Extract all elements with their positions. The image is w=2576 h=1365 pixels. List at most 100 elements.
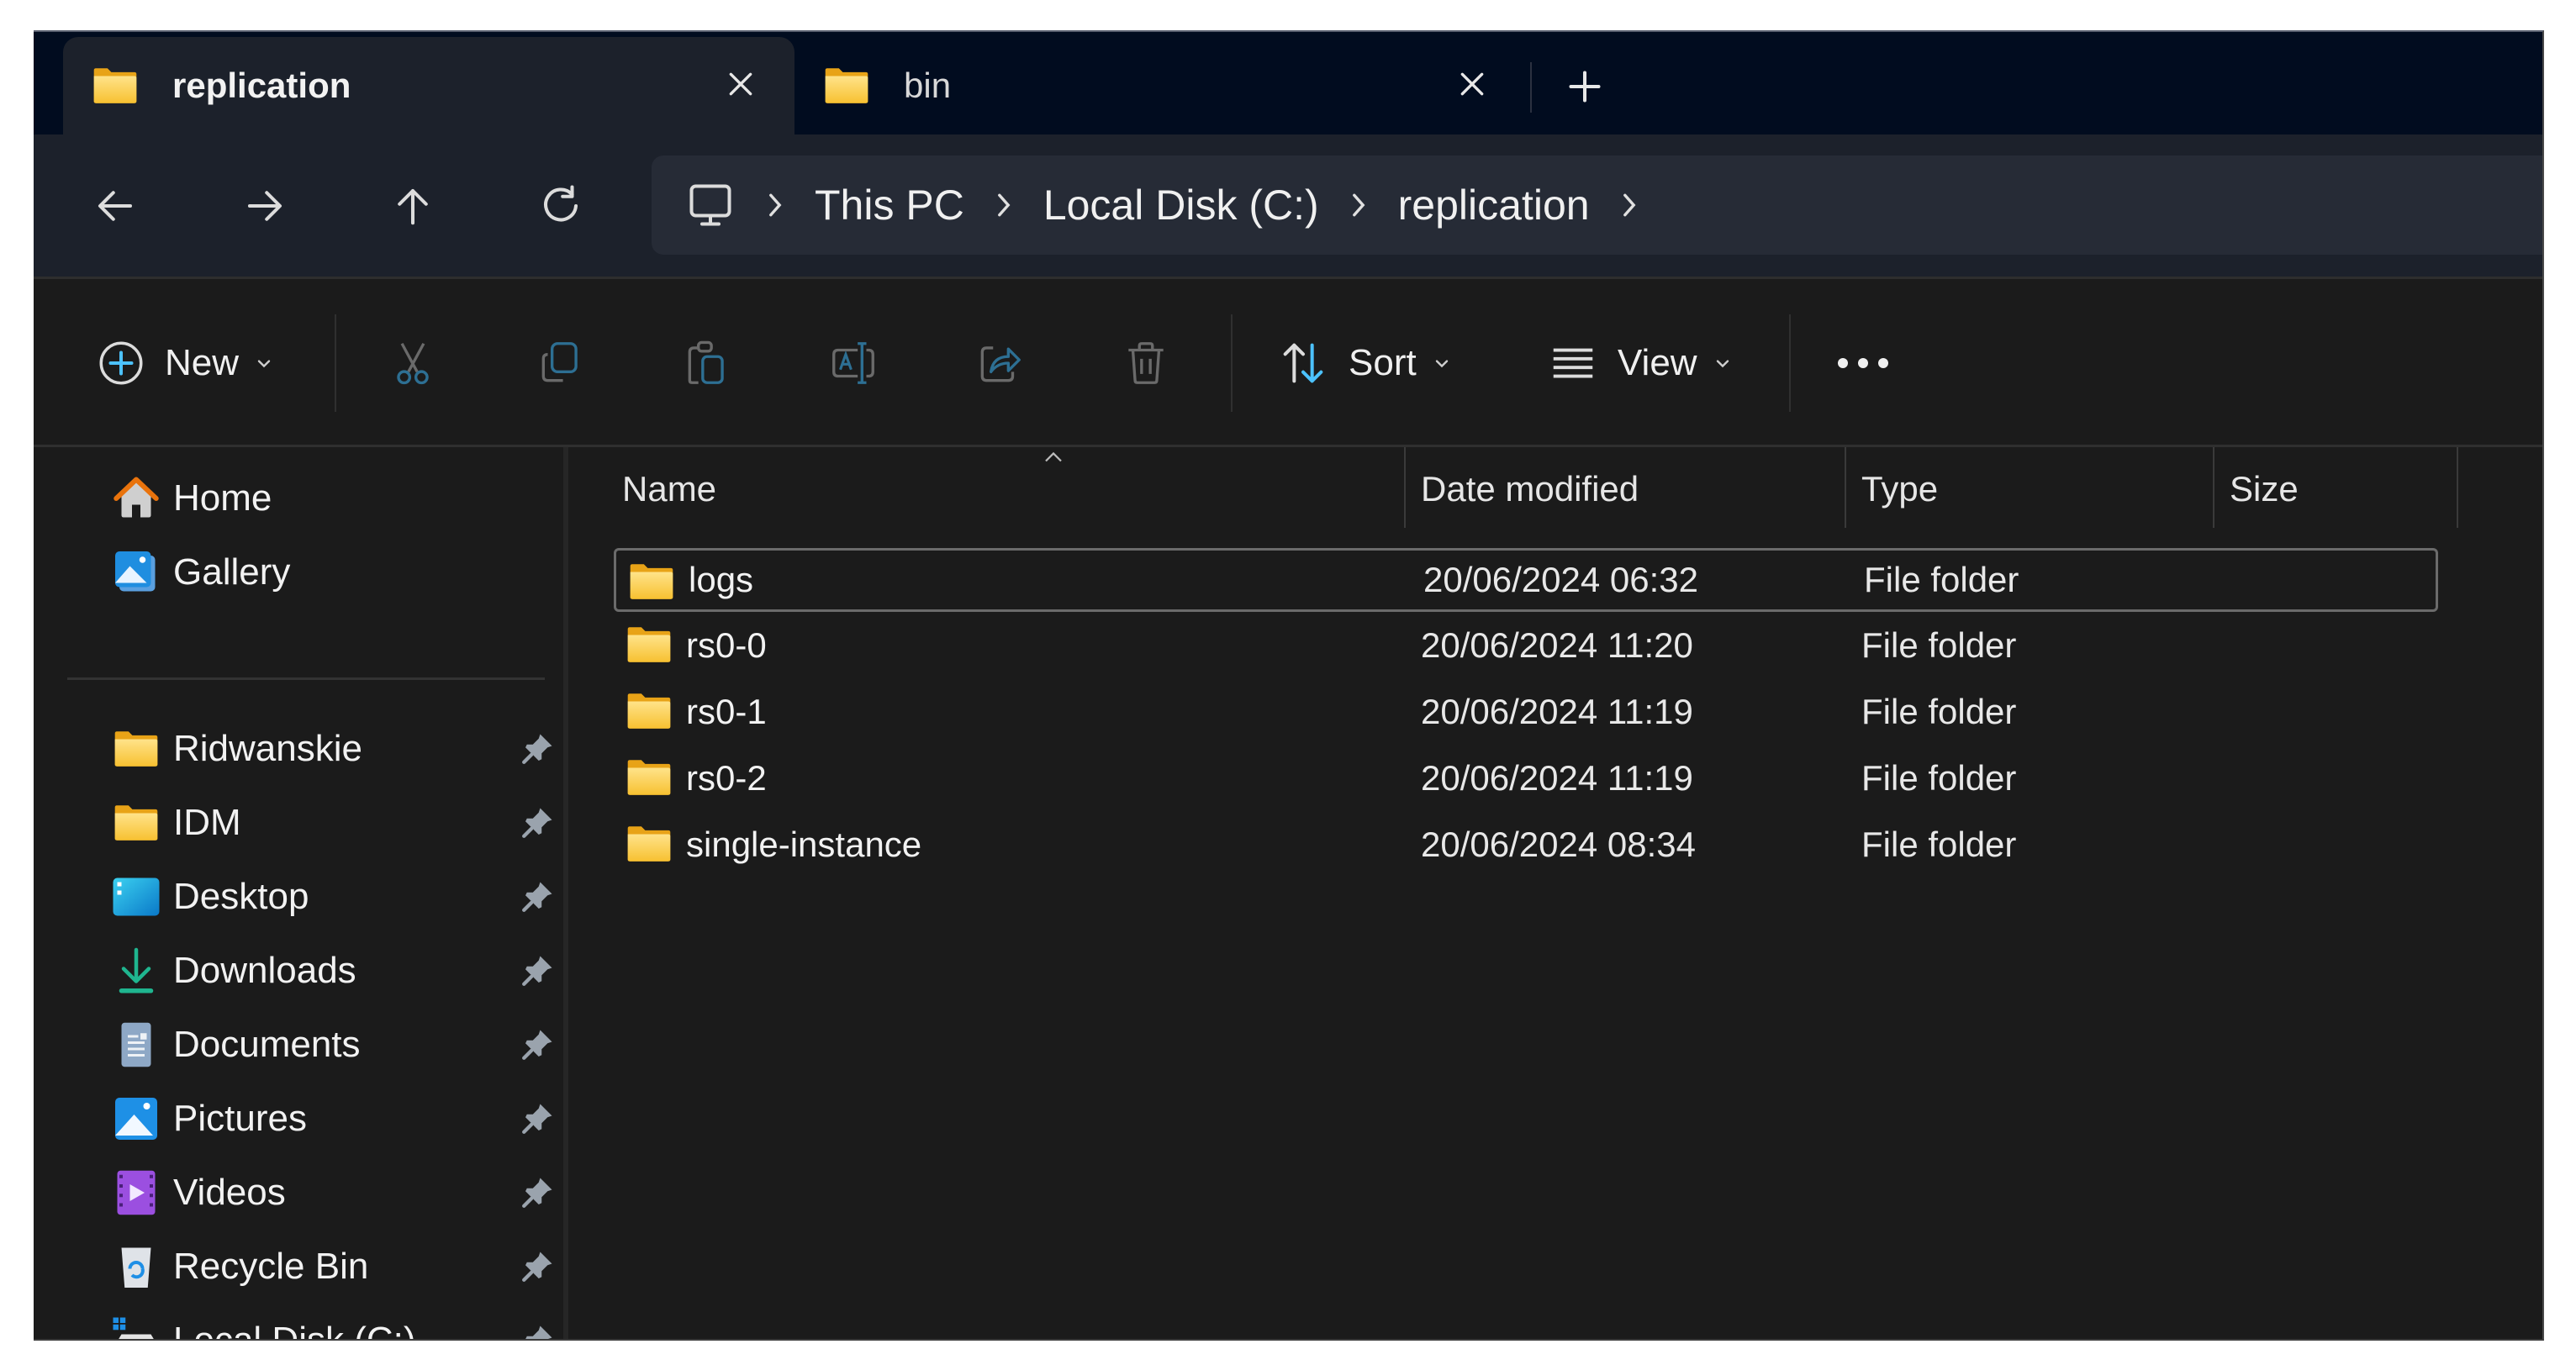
pin-icon[interactable] [520, 953, 555, 988]
folder-icon [626, 692, 673, 730]
documents-icon [121, 1022, 151, 1067]
sidebar-item-videos[interactable]: Videos [109, 1163, 546, 1222]
tab-bar: replication bin [34, 32, 2542, 134]
sidebar-item-home[interactable]: Home [109, 469, 546, 528]
tab-bin[interactable]: bin [794, 37, 1526, 134]
download-icon [119, 947, 154, 993]
file-date-modified: 20/06/2024 06:32 [1423, 560, 1698, 599]
share-button[interactable] [974, 329, 1026, 397]
rename-button[interactable] [827, 329, 879, 397]
file-row-rs0-0[interactable]: rs0-0 20/06/2024 11:20 File folder [614, 614, 2438, 677]
pin-icon[interactable] [520, 879, 555, 914]
file-row-rs0-2[interactable]: rs0-2 20/06/2024 11:19 File folder [614, 746, 2438, 810]
column-resize-handle[interactable] [2457, 447, 2458, 528]
arrow-right-icon [247, 191, 282, 221]
plus-circle-icon [99, 341, 143, 385]
copy-button[interactable] [535, 329, 587, 397]
sidebar-item-idm[interactable]: IDM [109, 793, 546, 852]
pin-icon[interactable] [520, 1101, 555, 1136]
column-header-name[interactable]: Name [622, 469, 716, 509]
up-button[interactable] [383, 177, 442, 235]
file-row-single-instance[interactable]: single-instance 20/06/2024 08:34 File fo… [614, 813, 2438, 877]
tab-label: bin [904, 66, 952, 105]
monitor-icon[interactable] [685, 180, 736, 230]
refresh-icon [544, 185, 578, 222]
tab-replication[interactable]: replication [63, 37, 794, 134]
chevron-right-icon[interactable] [764, 188, 786, 222]
file-explorer-window: replication bin This PC Local Disk (C:) … [34, 30, 2544, 1341]
pin-icon[interactable] [520, 1249, 555, 1284]
plus-icon [1569, 71, 1601, 103]
column-header-type[interactable]: Type [1861, 469, 1938, 509]
sidebar-item-recycle-bin[interactable]: Recycle Bin [109, 1237, 546, 1296]
sidebar-item-desktop[interactable]: Desktop [109, 867, 546, 926]
breadcrumb-item-local-disk[interactable]: Local Disk (C:) [1043, 181, 1319, 229]
new-tab-button[interactable] [1555, 57, 1614, 116]
sidebar-item-documents[interactable]: Documents [109, 1015, 546, 1074]
close-icon[interactable] [721, 64, 761, 104]
pin-icon[interactable] [520, 805, 555, 841]
sidebar-label: Pictures [173, 1098, 307, 1139]
pin-icon[interactable] [520, 731, 555, 767]
file-name: rs0-2 [686, 758, 767, 798]
breadcrumb-item-this-pc[interactable]: This PC [815, 181, 964, 229]
share-icon [980, 346, 1021, 382]
drive-icon [113, 1317, 154, 1339]
column-header-size[interactable]: Size [2230, 469, 2299, 509]
file-name: rs0-1 [686, 692, 767, 731]
desktop-icon [113, 878, 160, 916]
sidebar-item-ridwanskie[interactable]: Ridwanskie [109, 719, 546, 778]
sidebar-item-local-disk[interactable]: Local Disk (C:) [109, 1311, 546, 1339]
sort-icon [1283, 343, 1323, 383]
sidebar-label: Home [173, 477, 272, 519]
refresh-button[interactable] [531, 177, 590, 235]
column-resize-handle[interactable] [1404, 447, 1406, 528]
view-button[interactable]: View [1547, 329, 1733, 397]
pin-icon[interactable] [520, 1175, 555, 1210]
sidebar-label: Desktop [173, 876, 309, 917]
paste-button[interactable] [681, 329, 733, 397]
back-button[interactable] [86, 177, 145, 235]
breadcrumb-item-replication[interactable]: replication [1398, 181, 1590, 229]
new-button[interactable]: New [96, 329, 274, 397]
column-header-row: Name Date modified Type Size [568, 447, 2542, 531]
toolbar-divider [335, 314, 336, 412]
copy-icon [541, 342, 578, 382]
new-label: New [165, 342, 240, 383]
toolbar-divider [1789, 314, 1791, 412]
column-resize-handle[interactable] [1845, 447, 1846, 528]
chevron-right-icon[interactable] [1348, 188, 1370, 222]
chevron-right-icon[interactable] [993, 188, 1015, 222]
gallery-icon [115, 551, 156, 592]
sidebar-item-gallery[interactable]: Gallery [109, 543, 546, 602]
sidebar-label: Downloads [173, 950, 356, 991]
delete-button[interactable] [1120, 329, 1172, 397]
chevron-right-icon[interactable] [1618, 188, 1640, 222]
chevron-down-icon [1432, 353, 1452, 373]
sort-button[interactable]: Sort [1276, 329, 1452, 397]
folder-icon [113, 804, 160, 842]
file-row-logs[interactable]: logs 20/06/2024 06:32 File folder [614, 548, 2438, 612]
pin-icon[interactable] [520, 1027, 555, 1062]
sidebar-label: Ridwanskie [173, 728, 362, 769]
folder-icon [92, 66, 139, 105]
close-icon[interactable] [1452, 64, 1492, 104]
file-type: File folder [1861, 692, 2017, 731]
sidebar-label: Gallery [173, 551, 291, 593]
folder-icon [628, 562, 675, 601]
breadcrumb[interactable]: This PC Local Disk (C:) replication [652, 155, 2542, 255]
column-header-date-modified[interactable]: Date modified [1421, 469, 1639, 509]
sidebar-item-downloads[interactable]: Downloads [109, 941, 546, 1000]
file-date-modified: 20/06/2024 11:19 [1421, 692, 1693, 731]
pictures-icon [115, 1098, 157, 1140]
column-resize-handle[interactable] [2213, 447, 2214, 528]
sort-ascending-icon [1045, 451, 1062, 462]
toolbar-divider [1231, 314, 1233, 412]
pin-icon[interactable] [520, 1323, 555, 1341]
cut-button[interactable] [387, 329, 439, 397]
sidebar-item-pictures[interactable]: Pictures [109, 1089, 546, 1148]
file-row-rs0-1[interactable]: rs0-1 20/06/2024 11:19 File folder [614, 680, 2438, 744]
more-options-button[interactable] [1833, 329, 1893, 397]
sidebar-label: Documents [173, 1024, 361, 1065]
forward-button[interactable] [235, 177, 294, 235]
